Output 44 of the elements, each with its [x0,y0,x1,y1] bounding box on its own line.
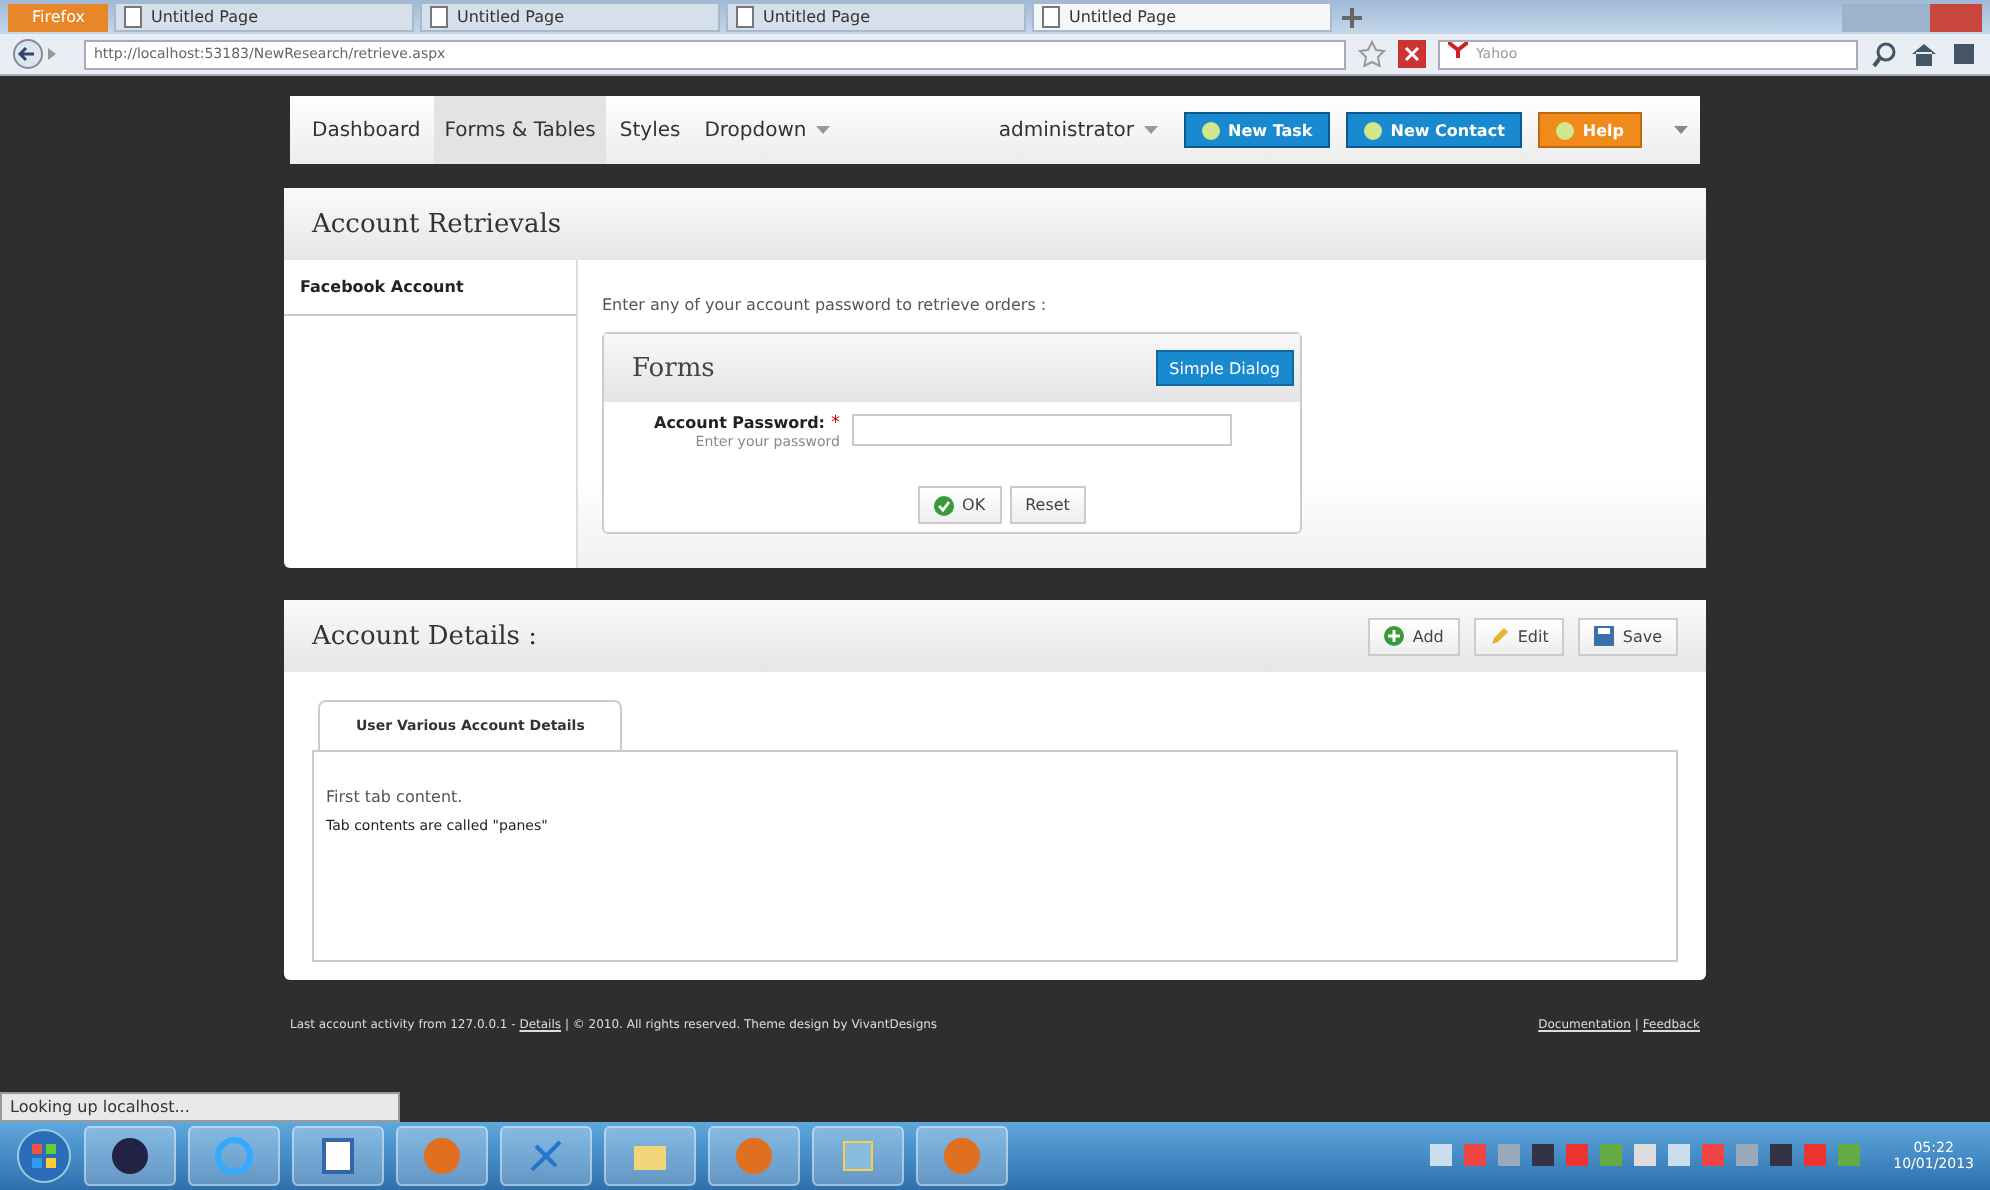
action-button[interactable]: Save [1578,617,1678,655]
nav-button[interactable]: New Task [1184,112,1331,148]
page-icon [1042,6,1061,28]
browser-tab[interactable]: Untitled Page [1032,2,1333,32]
nav-button[interactable]: New Contact [1346,112,1523,148]
circle-icon[interactable] [110,1136,150,1176]
nav-item[interactable]: Dashboard [302,96,431,164]
browser-tab[interactable]: Untitled Page [726,2,1027,32]
search-icon[interactable] [1870,40,1898,68]
pencil-icon [1489,626,1510,646]
window-icon[interactable] [838,1136,878,1176]
browser-tab[interactable]: Untitled Page [114,2,415,32]
form-button[interactable]: Reset [1009,486,1086,524]
panel-title: Account Retrievals [312,209,562,239]
user-menu[interactable]: administrator [988,96,1169,164]
browser-tab[interactable]: Untitled Page [420,2,721,32]
plus-icon[interactable] [1338,3,1367,31]
star-icon[interactable] [1358,40,1386,68]
nav-item[interactable]: Styles [609,96,691,164]
nav-item[interactable]: Forms & Tables [434,96,606,164]
check-circle-icon [934,495,955,515]
panel-title: Account Details : [312,621,537,651]
page-icon [124,6,143,28]
nav-item[interactable]: Dropdown [694,96,841,164]
stop-icon[interactable] [1398,40,1426,68]
pane-text: First tab content. [326,788,465,806]
page-icon [736,6,755,28]
action-button[interactable]: Edit [1473,617,1565,655]
page-icon [430,6,449,28]
form-title: Forms [632,353,715,383]
instruction-text: Enter any of your account password to retrieve orders : [602,296,1049,314]
dialog-button[interactable]: Simple Dialog [1155,350,1294,386]
home-icon[interactable] [1910,40,1938,68]
document-icon[interactable] [318,1136,358,1176]
yahoo-icon [1448,41,1468,57]
start-button[interactable] [16,1128,72,1184]
form-button[interactable]: OK [918,486,1002,524]
password-field[interactable] [852,414,1232,446]
required-mark: * [831,414,840,434]
caret-icon[interactable] [1674,126,1688,134]
action-button[interactable]: Add [1368,617,1460,655]
field-label: Account Password: [654,414,825,434]
caret-icon [1144,126,1159,134]
status-text: Looking up localhost... [0,1092,400,1122]
